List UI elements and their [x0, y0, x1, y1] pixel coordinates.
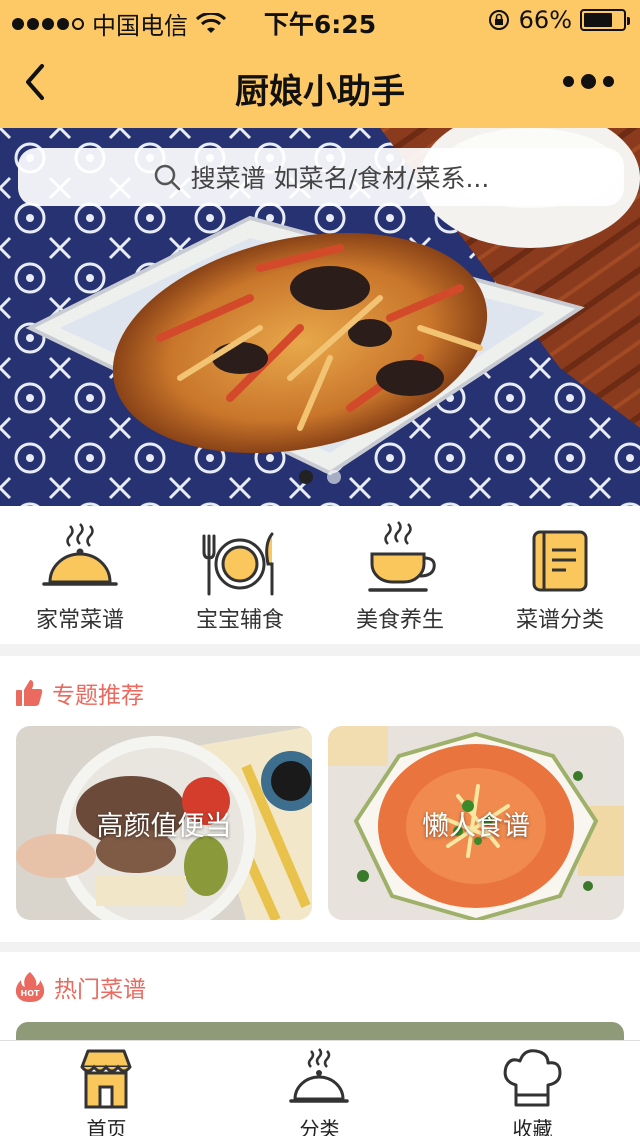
- category-home-cooking[interactable]: 家常菜谱: [0, 506, 160, 644]
- status-bar: 中国电信 下午6:25 66%: [0, 0, 640, 40]
- featured-title: 专题推荐: [14, 676, 144, 710]
- hot-badge-text: HOT: [21, 989, 40, 998]
- page-title: 厨娘小助手: [235, 72, 405, 112]
- carousel-dot[interactable]: [299, 470, 313, 484]
- thumbs-up-icon: [16, 680, 43, 706]
- orientation-lock-icon: [488, 10, 509, 30]
- section-title-text: 热门菜谱: [54, 977, 146, 1003]
- nav-bar: 厨娘小助手: [0, 40, 640, 128]
- category-label: 菜谱分类: [515, 608, 604, 633]
- home-icon: [80, 1049, 132, 1109]
- chef-hat-icon: [503, 1049, 562, 1107]
- category-label: 家常菜谱: [35, 608, 124, 633]
- banner-carousel[interactable]: 搜菜谱 如菜名/食材/菜系...: [0, 128, 640, 506]
- category-recipe-classification[interactable]: 菜谱分类: [480, 506, 640, 644]
- search-input[interactable]: 搜菜谱 如菜名/食材/菜系...: [18, 148, 624, 206]
- top-bar: 中国电信 下午6:25 66% 厨娘小助手: [0, 0, 640, 128]
- tab-label: 收藏: [512, 1117, 553, 1136]
- tab-label: 首页: [86, 1117, 127, 1136]
- search-icon: [154, 164, 180, 191]
- category-baby-food[interactable]: 宝宝辅食: [160, 506, 320, 644]
- hot-title: HOT 热门菜谱: [14, 970, 146, 1004]
- recipe-book-icon: [532, 530, 588, 592]
- tab-category[interactable]: 分类: [213, 1041, 426, 1136]
- carousel-indicator: [0, 470, 640, 484]
- tab-favorites[interactable]: 收藏: [426, 1041, 639, 1136]
- tab-bar: 首页 分类 收藏: [0, 1040, 640, 1136]
- tab-home[interactable]: 首页: [0, 1041, 213, 1136]
- battery-percent: 66%: [518, 6, 572, 34]
- category-grid: 家常菜谱 宝宝辅食 美食养生 菜谱分类: [0, 506, 640, 644]
- category-label: 美食养生: [355, 608, 444, 633]
- more-menu-icon[interactable]: [563, 74, 614, 89]
- hot-fire-icon: HOT: [15, 972, 45, 1002]
- featured-card[interactable]: 高颜值便当: [16, 726, 312, 920]
- carousel-dot[interactable]: [327, 470, 341, 484]
- hot-recipe-image-peek[interactable]: [16, 1022, 624, 1040]
- card-title: 懒人食谱: [422, 811, 530, 842]
- plate-fork-knife-icon: [202, 532, 274, 596]
- section-title-text: 专题推荐: [52, 683, 144, 709]
- category-label: 宝宝辅食: [195, 608, 284, 633]
- featured-card[interactable]: 懒人食谱: [328, 726, 624, 920]
- card-title: 高颜值便当: [96, 811, 232, 842]
- cloche-icon: [42, 523, 118, 586]
- battery-status: 66%: [487, 6, 630, 34]
- battery-icon: [580, 9, 630, 31]
- search-placeholder: 搜菜谱 如菜名/食材/菜系...: [190, 164, 490, 193]
- hot-section: HOT 热门菜谱: [0, 952, 640, 1040]
- featured-cards: 高颜值便当 懒人食谱: [16, 726, 624, 920]
- cloche-icon: [289, 1048, 349, 1103]
- tab-label: 分类: [299, 1117, 340, 1136]
- category-health-food[interactable]: 美食养生: [320, 506, 480, 644]
- cup-icon: [368, 521, 436, 592]
